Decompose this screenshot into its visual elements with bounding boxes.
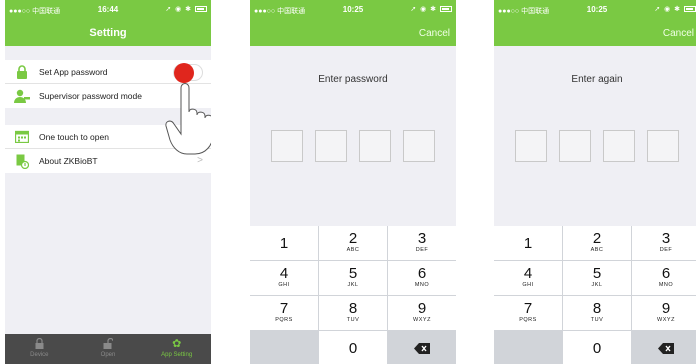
passcode-digit-box — [559, 130, 591, 162]
key-4[interactable]: 4 GHI — [494, 261, 562, 295]
status-bar: ●●●○○ 中国联通 10:25 ➚ ◉ ✱ — [494, 0, 696, 20]
key-1[interactable]: 1 — [494, 226, 562, 260]
key-6[interactable]: 6 MNO — [632, 261, 696, 295]
key-0[interactable]: 0 — [563, 331, 631, 364]
key-5[interactable]: 5 JKL — [319, 261, 387, 295]
enter-password-screen: ●●●○○ 中国联通 10:25 ➚ ◉ ✱ Cancel Enter pass… — [250, 0, 456, 364]
tab-app-setting[interactable]: ✿ App Setting — [142, 334, 211, 364]
passcode-digit-box — [647, 130, 679, 162]
key-blank — [250, 331, 318, 364]
key-8[interactable]: 8 TUV — [563, 296, 631, 330]
key-3[interactable]: 3 DEF — [632, 226, 696, 260]
password-prompt: Enter password — [318, 74, 388, 85]
key-1[interactable]: 1 — [250, 226, 318, 260]
key-8[interactable]: 8 TUV — [319, 296, 387, 330]
password-entry-area: Enter again — [494, 46, 696, 226]
supervisor-user-icon — [5, 89, 39, 103]
passcode-digit-box — [315, 130, 347, 162]
status-bar: ●●●○○ 中国联通 10:25 ➚ ◉ ✱ — [250, 0, 456, 20]
key-blank — [494, 331, 562, 364]
nav-bar: Cancel — [250, 20, 456, 46]
key-9[interactable]: 9 WXYZ — [388, 296, 456, 330]
numeric-keypad: 1 2 ABC 3 DEF 4 GHI 5 JKL 6 MNO 7 PQRS 8 TUV 9W… — [494, 226, 696, 364]
delete-key[interactable] — [632, 331, 696, 364]
passcode-boxes — [250, 130, 456, 162]
key-2[interactable]: 2 ABC — [563, 226, 631, 260]
backspace-icon — [658, 342, 674, 354]
key-7[interactable]: 7 PQRS — [250, 296, 318, 330]
backspace-icon — [414, 342, 430, 354]
status-icons: ➚ ◉ ✱ — [165, 5, 207, 13]
tab-bar: Device Open ✿ App Setting — [5, 334, 211, 364]
password-prompt: Enter again — [571, 74, 623, 85]
key-9[interactable]: 9 WXYZ — [632, 296, 696, 330]
passcode-digit-box — [359, 130, 391, 162]
calendar-icon — [5, 130, 39, 143]
delete-key[interactable] — [388, 331, 456, 364]
key-4[interactable]: 4 GHI — [250, 261, 318, 295]
key-7[interactable]: 7 PQRS — [494, 296, 562, 330]
enter-again-screen: ●●●○○ 中国联通 10:25 ➚ ◉ ✱ Cancel Enter agai… — [494, 0, 696, 364]
passcode-digit-box — [515, 130, 547, 162]
numeric-keypad: 1 2 ABC 3 DEF 4 GHI 5 JKL 6 MNO 7 PQRS 8 TUV 9W… — [250, 226, 456, 364]
hand-pointer-icon — [165, 68, 211, 161]
key-3[interactable]: 3 DEF — [388, 226, 456, 260]
password-entry-area: Enter password — [250, 46, 456, 226]
passcode-boxes — [494, 130, 696, 162]
key-2[interactable]: 2 ABC — [319, 226, 387, 260]
settings-screen: ●●●○○ 中国联通 16:44 ➚ ◉ ✱ Setting Set App p… — [5, 0, 211, 364]
key-6[interactable]: 6 MNO — [388, 261, 456, 295]
nav-bar: Setting — [5, 20, 211, 46]
tab-label: Device — [30, 352, 49, 358]
tab-open[interactable]: Open — [74, 334, 143, 364]
passcode-digit-box — [603, 130, 635, 162]
unlock-icon — [74, 337, 143, 352]
gear-icon: ✿ — [172, 338, 182, 350]
lock-icon — [5, 64, 39, 79]
nav-bar: Cancel — [494, 20, 696, 46]
status-icons: ➚ ◉ ✱ — [654, 5, 696, 13]
passcode-digit-box — [271, 130, 303, 162]
battery-icon — [195, 6, 207, 13]
passcode-digit-box — [403, 130, 435, 162]
tab-label: App Setting — [161, 352, 193, 358]
cancel-button[interactable]: Cancel — [663, 28, 694, 39]
info-document-icon — [5, 154, 39, 169]
tab-label: Open — [100, 352, 116, 358]
status-bar: ●●●○○ 中国联通 16:44 ➚ ◉ ✱ — [5, 0, 211, 20]
tab-device[interactable]: Device — [5, 334, 74, 364]
page-title: Setting — [89, 27, 127, 39]
status-icons: ➚ ◉ ✱ — [410, 5, 452, 13]
battery-icon — [684, 6, 696, 13]
cancel-button[interactable]: Cancel — [419, 28, 450, 39]
battery-icon — [440, 6, 452, 13]
key-5[interactable]: 5 JKL — [563, 261, 631, 295]
key-0[interactable]: 0 — [319, 331, 387, 364]
lock-icon — [5, 337, 74, 352]
